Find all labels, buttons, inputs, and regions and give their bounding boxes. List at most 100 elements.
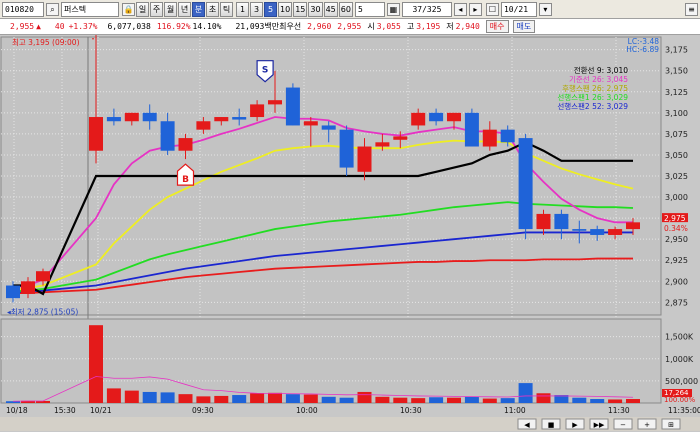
candle-body — [106, 117, 121, 122]
volume-bar[interactable] — [232, 395, 247, 403]
bottom-control-button[interactable]: − — [613, 418, 633, 430]
legend-entry: 후행스팬 26: 2,975 — [562, 83, 628, 93]
legend-entry: 선행스팬2 52: 3,029 — [557, 101, 628, 111]
candle-body — [500, 129, 515, 143]
bottom-control-button[interactable]: ◀ — [517, 418, 537, 430]
candle-body — [196, 121, 211, 130]
stock-code-input[interactable]: 010820 — [2, 1, 44, 17]
volume-bar[interactable] — [124, 390, 139, 403]
period-minute-button[interactable]: 분 — [192, 1, 205, 17]
chart-canvas[interactable]: 2,875 2,900 2,925 2,950 2,975 3,000 3,025 3,050… — [0, 32, 700, 432]
interval-30-button[interactable]: 30 — [308, 1, 323, 17]
sell-signal-label: S — [262, 66, 268, 76]
interval-60-button[interactable]: 60 — [338, 1, 353, 17]
volume-bar[interactable] — [482, 398, 497, 403]
buy-signal-label: B — [182, 175, 189, 185]
volume-bar[interactable] — [590, 399, 605, 403]
interval-3-button[interactable]: 3 — [250, 1, 263, 17]
volume-bar[interactable] — [375, 396, 390, 403]
sell-button[interactable]: 매도 — [512, 20, 536, 33]
volume-bar[interactable] — [196, 396, 211, 403]
volume-bar[interactable] — [160, 392, 175, 403]
chart-area[interactable]: 2,875 2,900 2,925 2,950 2,975 3,000 3,025 3,050… — [0, 32, 700, 432]
calendar-icon[interactable]: ☐ — [485, 2, 499, 16]
volume-bar[interactable] — [106, 388, 121, 403]
bottom-control-icon: ▶ — [572, 421, 578, 429]
candle-body — [285, 87, 300, 126]
candle-body — [303, 121, 318, 126]
chevron-down-icon[interactable]: ▾ — [538, 2, 552, 16]
candle-body — [6, 285, 20, 299]
data-count-field[interactable]: 37/325 — [401, 1, 452, 17]
interval-10-button[interactable]: 10 — [278, 1, 293, 17]
volume-bar[interactable] — [393, 397, 408, 403]
prev-arrow-icon[interactable]: ◂ — [453, 2, 467, 16]
buy-button[interactable]: 매수 — [485, 20, 509, 33]
low-value: 2,940 — [455, 22, 480, 31]
price-tick-label: 2,925 — [665, 256, 688, 265]
volume-bar[interactable] — [89, 325, 103, 403]
price-tick-label: 3,150 — [665, 67, 688, 76]
lock-icon[interactable]: 🔒 — [122, 2, 135, 16]
volume-bar[interactable] — [250, 393, 265, 403]
volume-bar[interactable] — [500, 398, 515, 403]
bottom-control-button[interactable]: ▶▶ — [589, 418, 609, 430]
volume-bar[interactable] — [626, 399, 640, 403]
volume-bar[interactable] — [321, 396, 336, 403]
period-week-button[interactable]: 주 — [150, 1, 163, 17]
volume-bar[interactable] — [464, 396, 479, 403]
period-tick-button[interactable]: 틱 — [220, 1, 233, 17]
price-tick-label: 2,950 — [665, 235, 688, 244]
volume-bar[interactable] — [411, 398, 426, 403]
stock-name-field[interactable]: 퍼스텍 — [61, 1, 119, 17]
interval-45-button[interactable]: 45 — [323, 1, 338, 17]
candle-body — [142, 112, 157, 122]
volume-bar[interactable] — [572, 397, 587, 403]
time-tick-label: 10/21 — [90, 406, 112, 415]
volume-bar[interactable] — [536, 393, 551, 403]
candle[interactable] — [285, 83, 300, 126]
volume-bar[interactable] — [339, 397, 354, 403]
volume-bar[interactable] — [608, 399, 623, 403]
candle-body — [160, 121, 175, 151]
volume-bar[interactable] — [214, 395, 229, 403]
candle-body — [554, 213, 569, 230]
menu-icon[interactable]: ≡ — [685, 2, 698, 16]
bottom-control-button[interactable]: + — [637, 418, 657, 430]
legend-entry: 전환선 9: 3,010 — [574, 65, 628, 75]
bottom-control-button[interactable]: ⊞ — [661, 418, 681, 430]
volume-bar[interactable] — [518, 383, 533, 403]
period-second-button[interactable]: 초 — [206, 1, 219, 17]
toolbar: 010820 ⌕ 퍼스텍 🔒 일 주 월 년 분 초 틱 1 3 5 10 15… — [0, 0, 700, 19]
date-field[interactable]: 10/21 — [500, 1, 537, 17]
candle[interactable] — [464, 108, 479, 147]
search-icon[interactable]: ⌕ — [46, 2, 59, 16]
candle-body — [214, 117, 229, 122]
price-tick-label: 3,100 — [665, 109, 688, 118]
candle-body — [572, 229, 587, 231]
volume-bar[interactable] — [142, 391, 157, 403]
volume-bar[interactable] — [268, 392, 282, 403]
volume-bar[interactable] — [178, 394, 193, 403]
volume-bar[interactable] — [285, 394, 300, 403]
period-day-button[interactable]: 일 — [136, 1, 149, 17]
volume-bar[interactable] — [447, 397, 461, 403]
period-month-button[interactable]: 월 — [164, 1, 177, 17]
time-tick-label: 15:30 — [54, 406, 76, 415]
interval-5-button[interactable]: 5 — [264, 1, 277, 17]
chart-settings-icon[interactable]: ▦ — [386, 2, 400, 16]
volume-bar[interactable] — [429, 397, 444, 403]
volume-bar[interactable] — [357, 391, 372, 403]
next-arrow-icon[interactable]: ▸ — [468, 2, 482, 16]
interval-15-button[interactable]: 15 — [293, 1, 308, 17]
bottom-control-button[interactable]: ▶ — [565, 418, 585, 430]
interval-select[interactable]: 5 — [354, 1, 385, 17]
bottom-control-button[interactable]: ■ — [541, 418, 561, 430]
period-year-button[interactable]: 년 — [178, 1, 191, 17]
candle[interactable] — [518, 133, 533, 240]
volume-bar[interactable] — [303, 394, 318, 403]
candle-body — [36, 271, 50, 282]
interval-1-button[interactable]: 1 — [236, 1, 249, 17]
volume-pane[interactable]: 1,500K1,000K500,00017,264100.00% — [0, 318, 698, 404]
price-tick-label: 3,000 — [665, 193, 688, 202]
